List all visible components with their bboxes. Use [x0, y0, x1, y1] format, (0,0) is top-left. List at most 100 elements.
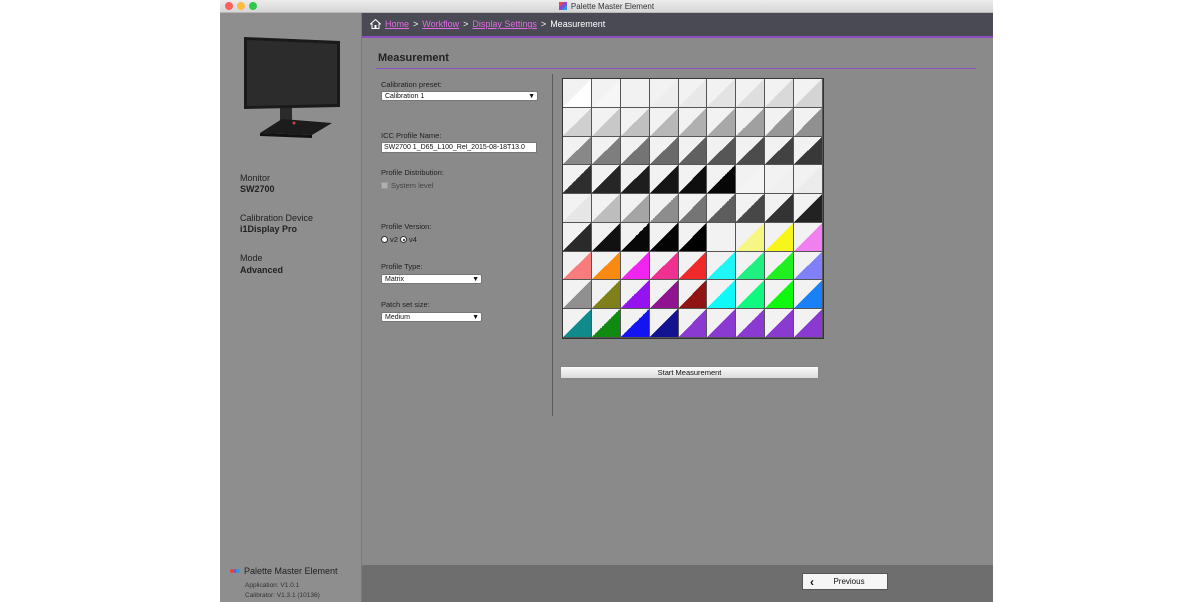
color-patch	[620, 107, 650, 137]
breadcrumb-display-settings-link[interactable]: Display Settings	[472, 19, 537, 29]
color-patch	[765, 309, 795, 338]
mode-value: Advanced	[240, 265, 284, 275]
color-patch	[707, 79, 737, 108]
vertical-divider	[552, 74, 553, 416]
sidebar: Monitor SW2700 Calibration Device i1Disp…	[220, 13, 362, 602]
breadcrumb-workflow-link[interactable]: Workflow	[422, 19, 459, 29]
color-patch	[678, 309, 708, 338]
system-level-label: System level	[391, 181, 434, 190]
title-bar: Palette Master Element	[220, 0, 993, 13]
color-patch	[736, 309, 766, 338]
v4-label: v4	[409, 235, 417, 244]
color-patch	[591, 251, 621, 281]
color-patch	[678, 251, 708, 281]
breadcrumb-separator: >	[540, 19, 547, 29]
breadcrumb-separator: >	[413, 19, 419, 29]
chevron-down-icon: ▼	[472, 314, 479, 321]
palette-logo-icon	[230, 568, 240, 575]
color-patch	[707, 165, 737, 195]
color-patch	[591, 309, 621, 338]
v2-radio[interactable]	[381, 236, 388, 243]
color-patch	[563, 79, 592, 108]
color-patch	[794, 79, 823, 108]
color-patch	[649, 136, 679, 166]
profile-type-select[interactable]: Matrix ▼	[381, 274, 482, 284]
color-patch	[620, 136, 650, 166]
color-patch	[794, 194, 823, 223]
color-patch	[707, 222, 737, 252]
color-patch	[678, 79, 708, 108]
monitor-value: SW2700	[240, 184, 275, 194]
monitor-icon	[244, 37, 340, 138]
color-patch	[620, 165, 650, 195]
color-patch	[563, 107, 592, 137]
window-title: Palette Master Element	[570, 1, 655, 11]
color-patch	[736, 222, 766, 252]
previous-button-label: Previous	[833, 577, 865, 586]
mode-label: Mode	[240, 253, 263, 263]
color-patch	[649, 251, 679, 281]
icc-profile-input[interactable]	[381, 142, 537, 153]
calibration-preset-value: Calibration 1	[385, 93, 425, 100]
main-content: Measurement Calibration preset: Calibrat…	[362, 38, 993, 565]
color-patch	[649, 309, 679, 338]
color-patch	[591, 222, 621, 252]
color-patch	[563, 136, 592, 166]
color-patch	[649, 222, 679, 252]
calibration-device-label: Calibration Device	[240, 213, 314, 223]
color-patch	[794, 107, 823, 137]
footer-bar: ‹ Previous	[362, 565, 993, 602]
color-patch	[765, 222, 795, 252]
home-icon[interactable]	[370, 19, 381, 29]
brand-name: Palette Master Element	[244, 566, 338, 576]
color-patch	[678, 222, 708, 252]
color-patch	[620, 222, 650, 252]
calibration-preset-select[interactable]: Calibration 1 ▼	[381, 91, 538, 101]
previous-button[interactable]: ‹ Previous	[802, 573, 888, 590]
color-patch	[765, 79, 795, 108]
color-patch	[707, 280, 737, 310]
app-logo-icon	[558, 2, 567, 10]
color-patch	[591, 136, 621, 166]
breadcrumb-home-link[interactable]: Home	[385, 19, 409, 29]
color-patch	[591, 280, 621, 310]
color-patch	[620, 309, 650, 338]
color-patch	[736, 251, 766, 281]
color-patch	[736, 165, 766, 195]
color-patch	[563, 194, 592, 223]
system-level-checkbox[interactable]	[381, 182, 388, 189]
page-title: Measurement	[378, 52, 449, 64]
app-window: Palette Master Element Monitor SW2700 Ca…	[220, 0, 993, 602]
color-patch	[765, 194, 795, 223]
color-patch	[678, 107, 708, 137]
brand: Palette Master Element	[230, 566, 338, 576]
color-patch	[678, 280, 708, 310]
start-measurement-button[interactable]: Start Measurement	[560, 366, 819, 379]
color-patch	[620, 251, 650, 281]
color-patch	[649, 194, 679, 223]
color-patch	[736, 136, 766, 166]
color-patch	[563, 165, 592, 195]
patch-set-select[interactable]: Medium ▼	[381, 312, 482, 322]
profile-type-label: Profile Type:	[381, 262, 423, 271]
color-patch	[707, 107, 737, 137]
color-patch	[765, 107, 795, 137]
color-patch	[794, 251, 823, 281]
color-patch	[649, 79, 679, 108]
v4-radio[interactable]	[400, 236, 407, 243]
chevron-down-icon: ▼	[528, 93, 535, 100]
icc-profile-label: ICC Profile Name:	[381, 131, 442, 140]
patch-set-label: Patch set size:	[381, 300, 430, 309]
v2-label: v2	[390, 235, 398, 244]
color-patch	[736, 107, 766, 137]
color-patch	[591, 165, 621, 195]
calibration-preset-label: Calibration preset:	[381, 80, 442, 89]
profile-distribution-label: Profile Distribution:	[381, 168, 444, 177]
patch-set-value: Medium	[385, 314, 410, 321]
calibrator-version: Calibrator: V1.3.1 (10136)	[245, 592, 320, 599]
color-patch	[707, 309, 737, 338]
color-patch	[591, 194, 621, 223]
color-patch	[736, 79, 766, 108]
color-patch	[736, 280, 766, 310]
color-patch	[620, 194, 650, 223]
